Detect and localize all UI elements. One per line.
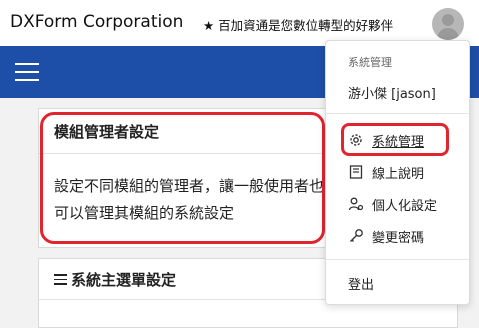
user-settings-icon bbox=[348, 196, 364, 212]
card-title: 系統主選單設定 bbox=[54, 269, 176, 290]
avatar-body bbox=[437, 28, 459, 40]
dropdown-header: 系統管理 bbox=[348, 56, 392, 69]
card-title-text: 系統主選單設定 bbox=[71, 271, 177, 289]
hamburger-menu-icon[interactable] bbox=[15, 63, 39, 81]
menu-item-label: 登出 bbox=[348, 277, 375, 293]
user-dropdown-menu: 系統管理 游小傑 [jason] 系統管理 線上說明 個人化設定 變更密碼 登出 bbox=[325, 40, 470, 305]
dropdown-divider bbox=[326, 259, 469, 260]
brand-name: DXForm Corporation bbox=[10, 12, 184, 32]
menu-item-logout[interactable]: 登出 bbox=[348, 272, 374, 294]
menu-item-label: 變更密碼 bbox=[372, 230, 425, 246]
avatar[interactable] bbox=[432, 8, 464, 40]
slogan: ★ 百加資通是您數位轉型的好夥伴 bbox=[203, 18, 394, 33]
dropdown-divider bbox=[326, 113, 469, 114]
dropdown-username: 游小傑 [jason] bbox=[348, 87, 436, 102]
menu-item-online-help[interactable]: 線上說明 bbox=[348, 161, 424, 183]
menu-item-personal-settings[interactable]: 個人化設定 bbox=[348, 193, 437, 215]
avatar-head bbox=[442, 14, 454, 26]
highlight-box bbox=[341, 123, 449, 156]
highlight-box bbox=[40, 112, 325, 244]
menu-item-label: 個人化設定 bbox=[372, 198, 438, 214]
list-icon bbox=[54, 274, 67, 285]
menu-item-label: 線上說明 bbox=[372, 166, 425, 182]
menu-item-change-password[interactable]: 變更密碼 bbox=[348, 225, 424, 247]
book-icon bbox=[348, 164, 364, 180]
key-icon bbox=[348, 228, 364, 244]
